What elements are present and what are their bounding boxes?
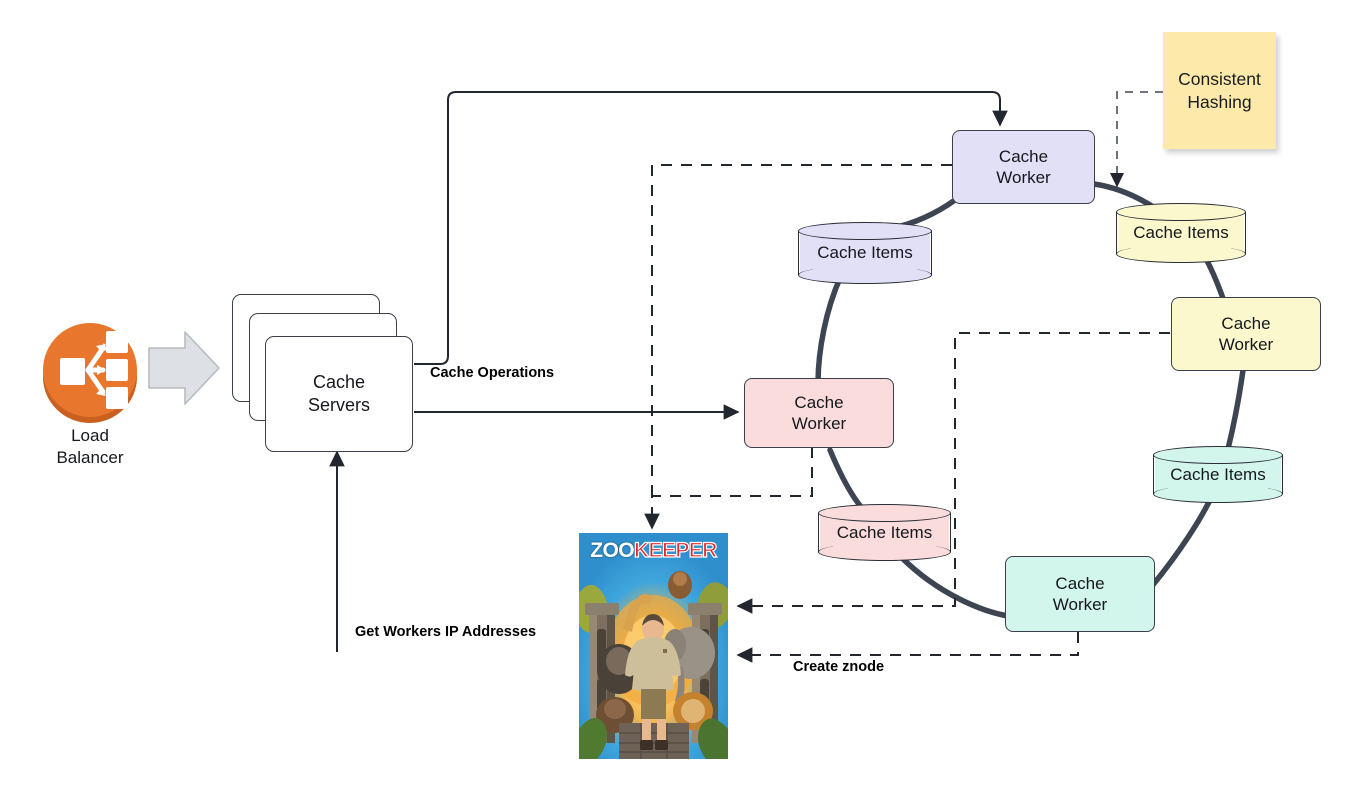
cache-worker-purple[interactable]: Cache Worker [952, 130, 1095, 204]
load-balancer-label: Load Balancer [56, 426, 124, 468]
cache-servers-label: Cache Servers [307, 371, 370, 415]
cache-worker-pink-label: Cache Worker [791, 392, 847, 433]
cache-servers-stack[interactable]: Cache Servers [232, 294, 417, 454]
zookeeper-poster[interactable]: ZOOKEEPER [579, 533, 728, 759]
cache-items-mint[interactable]: Cache Items [1153, 446, 1283, 503]
cache-items-yellow[interactable]: Cache Items [1116, 203, 1246, 263]
cache-worker-pink[interactable]: Cache Worker [744, 378, 894, 448]
zookeeper-poster-art [579, 533, 728, 759]
label-create-znode: Create znode [793, 659, 885, 675]
label-cache-operations: Cache Operations [430, 365, 555, 381]
cache-items-mint-label: Cache Items [1170, 464, 1266, 484]
cache-items-pink-label: Cache Items [836, 522, 933, 542]
zookeeper-title-keeper: KEEPER [633, 539, 718, 562]
cache-items-pink[interactable]: Cache Items [818, 504, 951, 561]
edge-create-znode [736, 632, 1079, 663]
cache-worker-purple-label: Cache Worker [996, 146, 1051, 187]
cache-items-purple[interactable]: Cache Items [798, 222, 932, 284]
consistent-hashing-note[interactable]: Consistent Hashing [1163, 32, 1276, 149]
edge-consistent-hashing-pointer [1109, 91, 1163, 188]
zookeeper-title-zoo: ZOO [590, 539, 634, 562]
cache-worker-mint[interactable]: Cache Worker [1005, 556, 1155, 632]
cache-items-purple-label: Cache Items [817, 243, 913, 262]
label-get-workers-ip: Get Workers IP Addresses [355, 624, 537, 640]
edge-pink-worker-to-zookeeper [644, 447, 813, 530]
diagram-canvas: Load Balancer Cache Servers Cache Worker… [0, 0, 1358, 797]
cache-items-yellow-label: Cache Items [1133, 223, 1229, 242]
cache-worker-yellow[interactable]: Cache Worker [1171, 297, 1321, 371]
cache-worker-yellow-label: Cache Worker [1218, 313, 1274, 354]
cache-worker-mint-label: Cache Worker [1052, 573, 1108, 614]
consistent-hashing-note-label: Consistent Hashing [1178, 68, 1261, 112]
